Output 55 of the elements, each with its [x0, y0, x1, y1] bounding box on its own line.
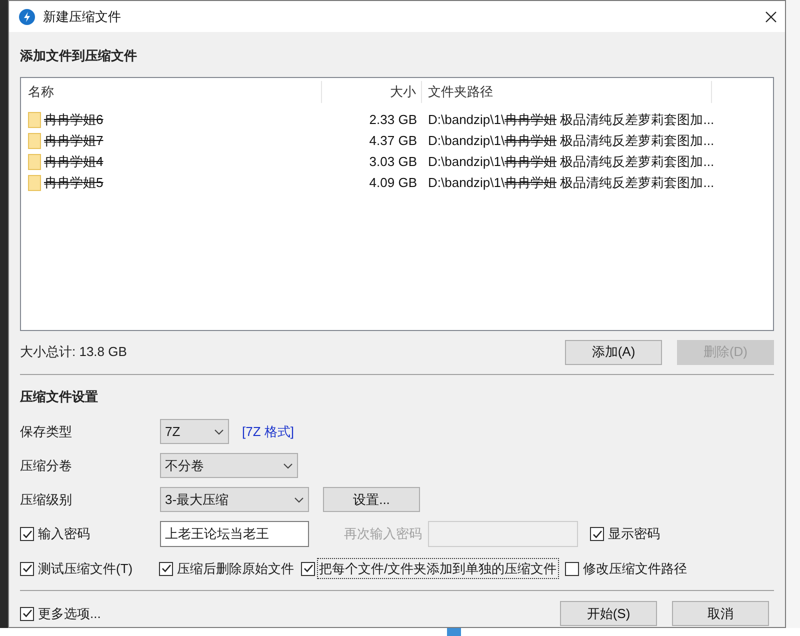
chevron-down-icon — [214, 428, 224, 434]
app-logo-icon — [19, 8, 35, 24]
dropdown[interactable]: 7Z — [160, 419, 229, 444]
folder-path: D:\bandzip\1\冉冉学姐 极品清纯反差萝莉套图加... — [427, 111, 714, 130]
file-size: 2.33 GB — [368, 111, 418, 130]
checkbox[interactable]: 把每个文件/文件夹添加到单独的压缩文件 — [301, 558, 565, 578]
total-size: 大小总计: 13.8 GB — [20, 343, 128, 362]
file-name: 冉冉学姐4 — [44, 153, 104, 172]
file-name: 冉冉学姐7 — [44, 132, 104, 150]
checkbox[interactable]: 输入密码 — [20, 524, 160, 544]
folder-path: D:\bandzip\1\冉冉学姐 极品清纯反差萝莉套图加... — [427, 132, 714, 150]
checkbox[interactable]: 压缩后删除原始文件 — [159, 558, 301, 578]
checkmark-icon — [22, 608, 32, 619]
file-name: 冉冉学姐6 — [44, 111, 104, 130]
dropdown[interactable]: 不分卷 — [160, 453, 298, 478]
field-label: 保存类型 — [20, 422, 73, 441]
checkbox[interactable]: 测试压缩文件(T) — [20, 558, 159, 578]
folder-icon — [28, 154, 41, 170]
chevron-down-icon — [283, 462, 293, 468]
folder-icon — [28, 175, 41, 191]
checkmark-icon — [592, 528, 602, 540]
button[interactable]: 取消 — [672, 601, 769, 626]
folder-icon — [28, 112, 41, 128]
button[interactable]: 添加(A) — [565, 340, 662, 364]
field-label: 再次输入密码 — [344, 525, 423, 544]
file-size: 4.09 GB — [368, 174, 418, 192]
checkbox[interactable]: 显示密码 — [590, 524, 661, 544]
file-size: 3.03 GB — [368, 153, 418, 172]
password-field[interactable]: 上老王论坛当老王 — [160, 521, 309, 547]
column-header[interactable]: 名称 — [21, 80, 322, 102]
checkmark-icon — [22, 528, 32, 540]
file-name: 冉冉学姐5 — [44, 174, 104, 192]
column-header[interactable]: 大小 — [322, 80, 422, 102]
folder-icon — [28, 133, 41, 149]
folder-path: D:\bandzip\1\冉冉学姐 极品清纯反差萝莉套图加... — [427, 153, 714, 172]
checkmark-icon — [160, 563, 172, 574]
section-title: 添加文件到压缩文件 — [20, 47, 138, 65]
dropdown[interactable]: 3-最大压缩 — [160, 487, 309, 512]
column-header[interactable]: 文件夹路径 — [422, 80, 712, 102]
field-label: 压缩分卷 — [20, 456, 73, 475]
checkbox[interactable]: 修改压缩文件路径 — [565, 558, 688, 578]
field-label: 压缩级别 — [20, 490, 73, 509]
close-icon[interactable] — [765, 10, 777, 22]
folder-path: D:\bandzip\1\冉冉学姐 极品清纯反差萝莉套图加... — [427, 174, 714, 192]
checkmark-icon — [22, 563, 32, 574]
checkmark-icon — [302, 563, 314, 574]
window-title: 新建压缩文件 — [43, 8, 121, 26]
button[interactable]: 开始(S) — [560, 601, 657, 626]
section-title: 压缩文件设置 — [20, 388, 99, 406]
checkbox[interactable]: 更多选项... — [20, 604, 560, 624]
format-link[interactable]: [7Z 格式] — [242, 422, 294, 442]
button[interactable]: 设置... — [323, 487, 420, 512]
chevron-down-icon — [294, 496, 304, 502]
computer-icon — [447, 628, 461, 636]
file-size: 4.37 GB — [368, 132, 418, 150]
